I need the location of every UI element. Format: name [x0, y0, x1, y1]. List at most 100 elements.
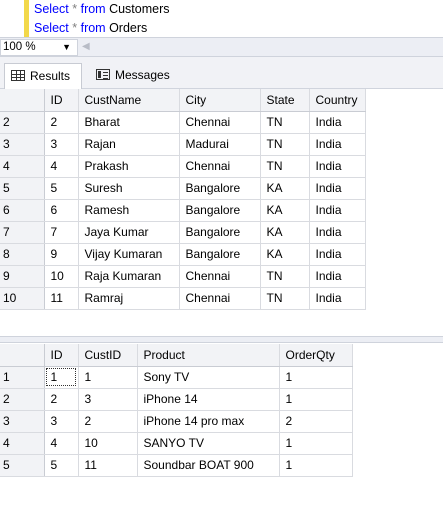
- table-cell[interactable]: Soundbar BOAT 900: [137, 454, 280, 477]
- zoom-select[interactable]: 100 % ▼: [0, 39, 78, 56]
- table-row[interactable]: 3 3 Rajan Madurai TN India: [0, 133, 366, 156]
- row-number[interactable]: 6: [0, 199, 45, 222]
- table-cell[interactable]: Bangalore: [179, 199, 261, 222]
- table-cell[interactable]: 3: [44, 410, 79, 433]
- table-cell[interactable]: 4: [44, 432, 79, 455]
- table-cell[interactable]: TN: [260, 287, 310, 310]
- row-number[interactable]: 1: [0, 366, 45, 389]
- row-number-header[interactable]: [0, 89, 45, 112]
- table-cell[interactable]: 1: [279, 388, 353, 411]
- table-cell[interactable]: 3: [78, 388, 138, 411]
- tab-messages[interactable]: Messages: [90, 63, 186, 89]
- table-cell[interactable]: India: [309, 133, 366, 156]
- query-line-1[interactable]: Select * from Customers: [34, 2, 170, 16]
- table-row[interactable]: 2 2 Bharat Chennai TN India: [0, 111, 366, 134]
- table-cell[interactable]: iPhone 14 pro max: [137, 410, 280, 433]
- column-header-country[interactable]: Country: [309, 89, 366, 112]
- column-header-id[interactable]: ID: [44, 89, 79, 112]
- column-header-custid[interactable]: CustID: [78, 344, 138, 367]
- table-row[interactable]: 4 4 Prakash Chennai TN India: [0, 155, 366, 178]
- query-editor[interactable]: Select * from Customers Select * from Or…: [0, 0, 443, 37]
- table-row[interactable]: 9 10 Raja Kumaran Chennai TN India: [0, 265, 366, 288]
- row-number[interactable]: 7: [0, 221, 45, 244]
- table-cell[interactable]: 5: [44, 454, 79, 477]
- table-cell[interactable]: Prakash: [78, 155, 180, 178]
- table-row[interactable]: 5 5 11 Soundbar BOAT 900 1: [0, 454, 353, 477]
- table-cell[interactable]: Ramesh: [78, 199, 180, 222]
- row-number[interactable]: 9: [0, 265, 45, 288]
- table-cell[interactable]: Chennai: [179, 155, 261, 178]
- table-cell[interactable]: 1: [279, 366, 353, 389]
- table-cell[interactable]: Jaya Kumar: [78, 221, 180, 244]
- table-cell[interactable]: KA: [260, 199, 310, 222]
- table-row[interactable]: 7 7 Jaya Kumar Bangalore KA India: [0, 221, 366, 244]
- table-cell[interactable]: 1: [279, 432, 353, 455]
- table-row[interactable]: 4 4 10 SANYO TV 1: [0, 432, 353, 455]
- orders-result-grid[interactable]: ID CustID Product OrderQty 1 1 1 Sony TV 1 2 2…: [0, 344, 353, 477]
- row-number-header[interactable]: [0, 344, 45, 367]
- table-row[interactable]: 10 11 Ramraj Chennai TN India: [0, 287, 366, 310]
- row-number[interactable]: 2: [0, 388, 45, 411]
- table-cell[interactable]: 2: [78, 410, 138, 433]
- table-cell[interactable]: India: [309, 199, 366, 222]
- table-cell[interactable]: Bangalore: [179, 243, 261, 266]
- chevron-down-icon[interactable]: ▼: [62, 40, 71, 55]
- table-cell[interactable]: Vijay Kumaran: [78, 243, 180, 266]
- table-cell[interactable]: Suresh: [78, 177, 180, 200]
- table-cell[interactable]: 1: [78, 366, 138, 389]
- table-cell[interactable]: India: [309, 221, 366, 244]
- table-cell[interactable]: 7: [44, 221, 79, 244]
- scroll-left-icon[interactable]: ◀: [82, 41, 90, 52]
- table-cell[interactable]: India: [309, 243, 366, 266]
- table-cell[interactable]: 5: [44, 177, 79, 200]
- table-cell[interactable]: KA: [260, 221, 310, 244]
- table-row[interactable]: 8 9 Vijay Kumaran Bangalore KA India: [0, 243, 366, 266]
- table-cell[interactable]: Chennai: [179, 265, 261, 288]
- table-cell[interactable]: KA: [260, 177, 310, 200]
- table-cell[interactable]: 10: [44, 265, 79, 288]
- table-cell[interactable]: 2: [44, 111, 79, 134]
- row-number[interactable]: 5: [0, 177, 45, 200]
- table-cell[interactable]: TN: [260, 155, 310, 178]
- table-cell[interactable]: KA: [260, 243, 310, 266]
- table-cell[interactable]: 11: [44, 287, 79, 310]
- table-cell[interactable]: Bangalore: [179, 177, 261, 200]
- table-cell[interactable]: Ramraj: [78, 287, 180, 310]
- table-cell[interactable]: India: [309, 287, 366, 310]
- table-cell[interactable]: 9: [44, 243, 79, 266]
- table-cell[interactable]: TN: [260, 133, 310, 156]
- table-cell[interactable]: 2: [279, 410, 353, 433]
- customers-result-grid[interactable]: ID CustName City State Country 2 2 Bharat C…: [0, 89, 366, 310]
- table-cell[interactable]: Chennai: [179, 287, 261, 310]
- table-cell[interactable]: 6: [44, 199, 79, 222]
- table-cell[interactable]: Bharat: [78, 111, 180, 134]
- row-number[interactable]: 3: [0, 133, 45, 156]
- column-header-orderqty[interactable]: OrderQty: [279, 344, 353, 367]
- table-row[interactable]: 3 3 2 iPhone 14 pro max 2: [0, 410, 353, 433]
- table-cell[interactable]: 11: [78, 454, 138, 477]
- table-row[interactable]: 5 5 Suresh Bangalore KA India: [0, 177, 366, 200]
- table-cell[interactable]: 2: [44, 388, 79, 411]
- table-cell[interactable]: SANYO TV: [137, 432, 280, 455]
- row-number[interactable]: 2: [0, 111, 45, 134]
- table-cell[interactable]: 1: [44, 366, 79, 389]
- table-cell[interactable]: 1: [279, 454, 353, 477]
- table-cell[interactable]: 10: [78, 432, 138, 455]
- row-number[interactable]: 5: [0, 454, 45, 477]
- table-cell[interactable]: 4: [44, 155, 79, 178]
- table-cell[interactable]: India: [309, 177, 366, 200]
- table-cell[interactable]: Sony TV: [137, 366, 280, 389]
- table-cell[interactable]: Rajan: [78, 133, 180, 156]
- table-cell[interactable]: Madurai: [179, 133, 261, 156]
- table-cell[interactable]: Bangalore: [179, 221, 261, 244]
- row-number[interactable]: 3: [0, 410, 45, 433]
- table-cell[interactable]: TN: [260, 265, 310, 288]
- table-cell[interactable]: TN: [260, 111, 310, 134]
- row-number[interactable]: 4: [0, 432, 45, 455]
- column-header-city[interactable]: City: [179, 89, 261, 112]
- row-number[interactable]: 10: [0, 287, 45, 310]
- column-header-custname[interactable]: CustName: [78, 89, 180, 112]
- column-header-id[interactable]: ID: [44, 344, 79, 367]
- grid-splitter[interactable]: [0, 336, 443, 343]
- table-cell[interactable]: iPhone 14: [137, 388, 280, 411]
